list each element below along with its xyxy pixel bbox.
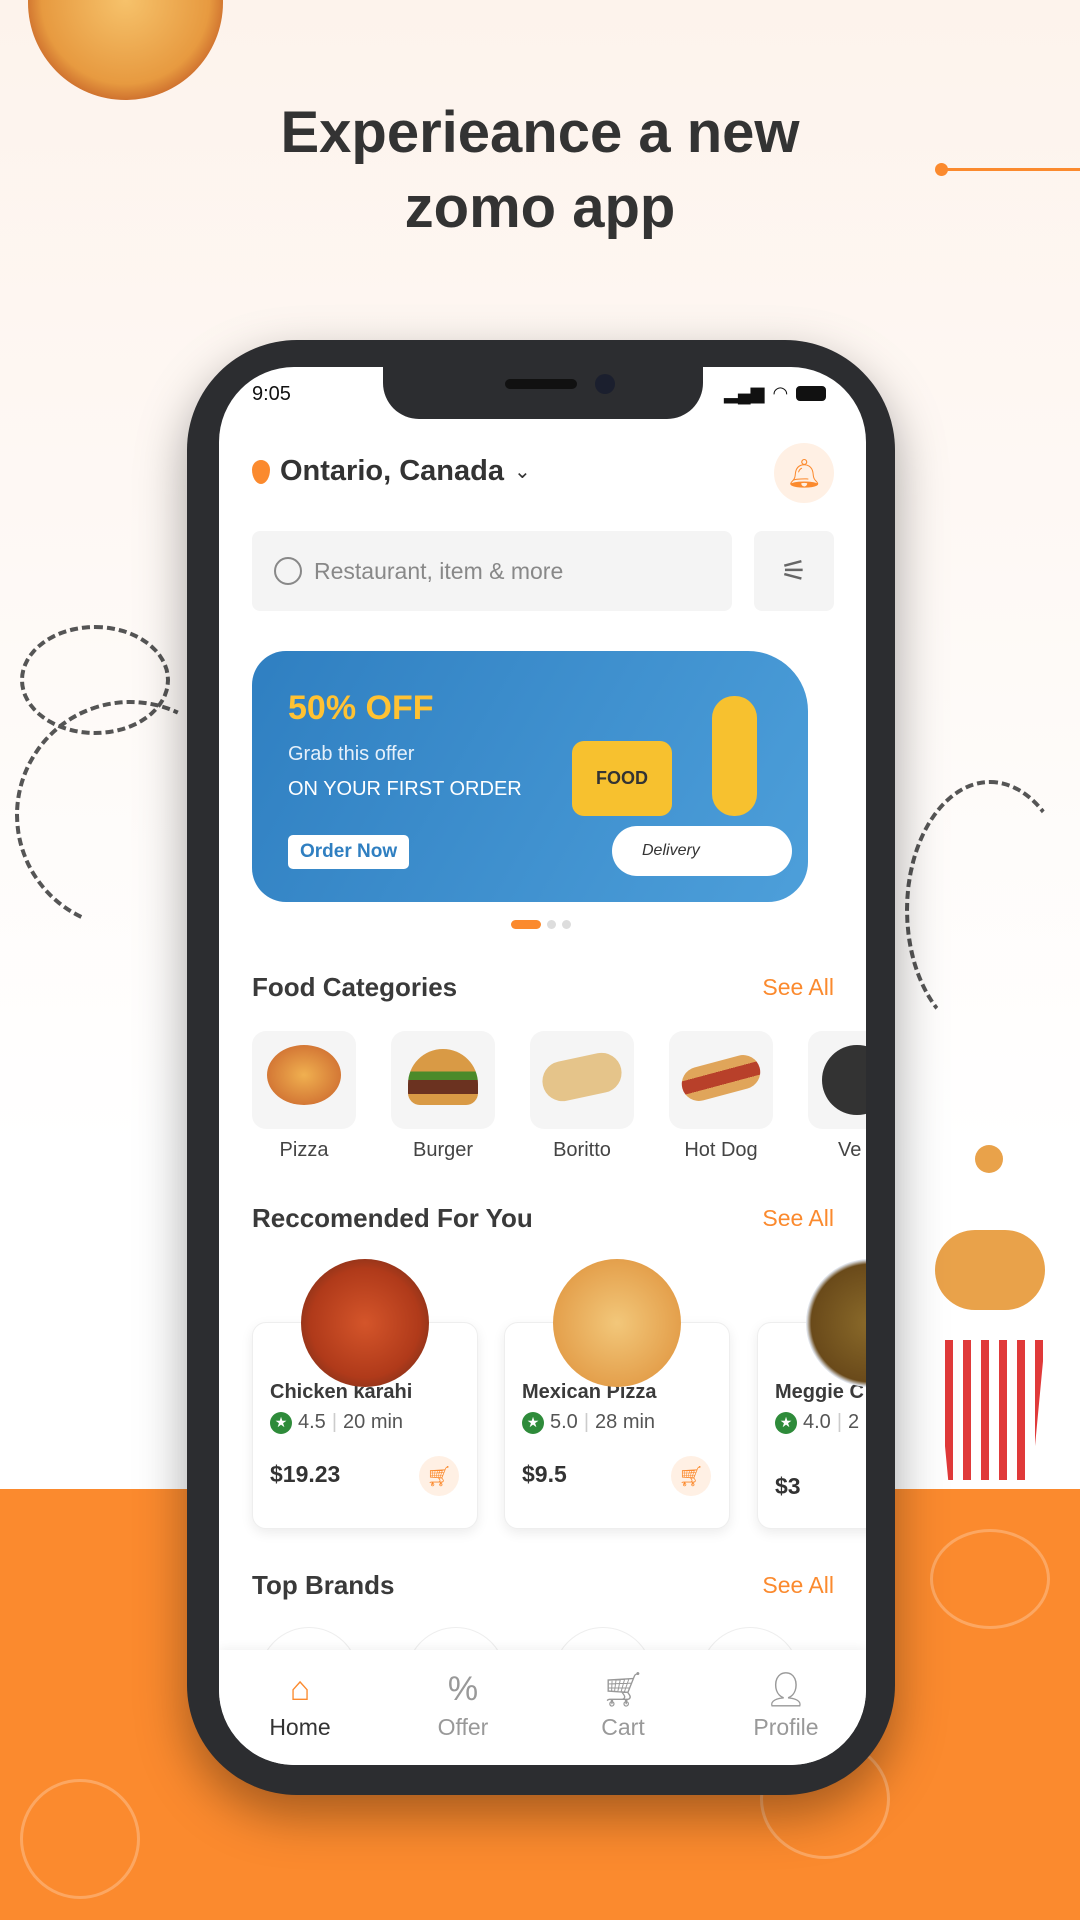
price: $3 — [775, 1473, 801, 1499]
search-placeholder: Restaurant, item & more — [314, 557, 564, 584]
category-label: Hot Dog — [684, 1139, 758, 1161]
coupon-icon: % — [447, 1670, 479, 1708]
rating-star-icon: ★ — [522, 1411, 544, 1434]
carousel-dot[interactable] — [562, 920, 571, 929]
scooter-illustration: Delivery — [612, 826, 792, 876]
battery-icon — [796, 386, 827, 401]
location-pin-icon — [252, 459, 270, 484]
rating-star-icon: ★ — [775, 1411, 797, 1434]
delivery-time: 28 min — [595, 1411, 656, 1433]
category-burger[interactable] — [391, 1031, 495, 1129]
signal-icon: ▂▄▆ — [724, 383, 765, 403]
nav-cart[interactable]: 🛒︎ Cart — [563, 1670, 683, 1741]
delivery-time: 20 min — [343, 1411, 404, 1433]
headline: Experieance a new zomo app — [0, 95, 1080, 245]
categories-see-all-link[interactable]: See All — [762, 974, 834, 1001]
add-to-cart-button[interactable]: 🛒︎ — [671, 1456, 711, 1496]
rating-star-icon: ★ — [270, 1411, 292, 1434]
category-label: Ve — [838, 1139, 862, 1161]
rating: 5.0 — [550, 1411, 578, 1433]
category-hot-dog[interactable] — [669, 1031, 773, 1129]
carousel-dots — [511, 920, 571, 929]
popcorn-decoration — [925, 1140, 1055, 1480]
recommended-see-all-link[interactable]: See All — [762, 1205, 834, 1232]
cart-icon: 🛒︎ — [426, 1465, 452, 1488]
category-label: Burger — [412, 1139, 474, 1161]
nav-profile[interactable]: 👤︎ Profile — [726, 1670, 846, 1741]
chevron-down-icon: ⌄ — [514, 461, 531, 483]
nav-label: Cart — [601, 1714, 645, 1740]
category-boritto[interactable] — [530, 1031, 634, 1129]
section-title-categories: Food Categories — [252, 972, 458, 1002]
headline-line-1: Experieance a new — [280, 100, 800, 165]
phone-notch — [383, 367, 703, 419]
bell-icon: 🔔︎ — [786, 457, 822, 489]
cart-icon: 🛒︎ — [601, 1671, 645, 1709]
search-input[interactable]: Restaurant, item & more — [252, 531, 732, 611]
status-time: 9:05 — [252, 383, 291, 405]
delivery-rider-illustration — [712, 696, 757, 816]
food-name: Mexican Pizza — [522, 1381, 657, 1403]
banner-line-2: ON YOUR FIRST ORDER — [288, 778, 522, 800]
speaker — [505, 379, 577, 389]
nav-label: Profile — [753, 1714, 819, 1740]
banner-line-1: Grab this offer — [288, 743, 415, 765]
location-selector[interactable]: Ontario, Canada ⌄ — [252, 455, 531, 488]
mexican-pizza-image — [553, 1259, 681, 1387]
pizza-decoration — [28, 0, 223, 100]
filter-button[interactable]: ⚟ — [754, 531, 834, 611]
banner-headline: 50% OFF — [288, 689, 434, 727]
doodle-decoration — [20, 1779, 140, 1899]
wifi-icon: ◠ — [772, 383, 789, 403]
delivery-time: 2 — [848, 1411, 860, 1433]
nav-home[interactable]: ⌂ Home — [240, 1670, 360, 1741]
nav-label: Home — [269, 1714, 331, 1740]
price: $19.23 — [270, 1461, 341, 1487]
food-box-illustration: FOOD — [572, 741, 672, 816]
category-label: Pizza — [279, 1139, 329, 1161]
food-name: Meggie C — [775, 1381, 864, 1403]
notifications-button[interactable]: 🔔︎ — [774, 443, 834, 503]
chicken-karahi-image — [301, 1259, 429, 1387]
nav-label: Offer — [437, 1714, 489, 1740]
category-pizza[interactable] — [252, 1031, 356, 1129]
rating: 4.5 — [298, 1411, 326, 1433]
carousel-dot[interactable] — [547, 920, 556, 929]
home-icon: ⌂ — [289, 1670, 311, 1708]
profile-icon: 👤︎ — [764, 1671, 808, 1709]
camera — [595, 374, 615, 394]
category-ve[interactable] — [808, 1031, 866, 1129]
order-now-button[interactable]: Order Now — [288, 835, 410, 869]
add-to-cart-button[interactable]: 🛒︎ — [419, 1456, 459, 1496]
brands-see-all-link[interactable]: See All — [762, 1572, 834, 1599]
category-label: Boritto — [553, 1139, 611, 1161]
headline-line-2: zomo app — [404, 175, 676, 240]
food-name: Chicken karahi — [270, 1381, 413, 1403]
section-title-brands: Top Brands — [252, 1570, 395, 1600]
nav-offer[interactable]: % Offer — [403, 1670, 523, 1741]
bottom-nav: ⌂ Home % Offer 🛒︎ Cart 👤︎ Profile — [219, 1650, 866, 1765]
rating: 4.0 — [803, 1411, 831, 1433]
section-title-recommended: Reccomended For You — [252, 1203, 533, 1233]
doodle-decoration — [930, 1529, 1050, 1629]
search-icon — [274, 557, 302, 585]
price: $9.5 — [522, 1461, 567, 1487]
dashed-arc-decoration — [905, 780, 1075, 1040]
phone-screen: 9:05 ▂▄▆ ◠ Ontario, Canada ⌄ 🔔︎ Restaura… — [219, 367, 866, 1765]
location-label: Ontario, Canada — [280, 455, 504, 487]
promo-banner[interactable]: 50% OFF Grab this offer ON YOUR FIRST OR… — [252, 651, 808, 902]
cart-icon: 🛒︎ — [678, 1465, 704, 1488]
filter-sliders-icon: ⚟ — [780, 554, 808, 588]
carousel-dot-active[interactable] — [511, 920, 541, 929]
